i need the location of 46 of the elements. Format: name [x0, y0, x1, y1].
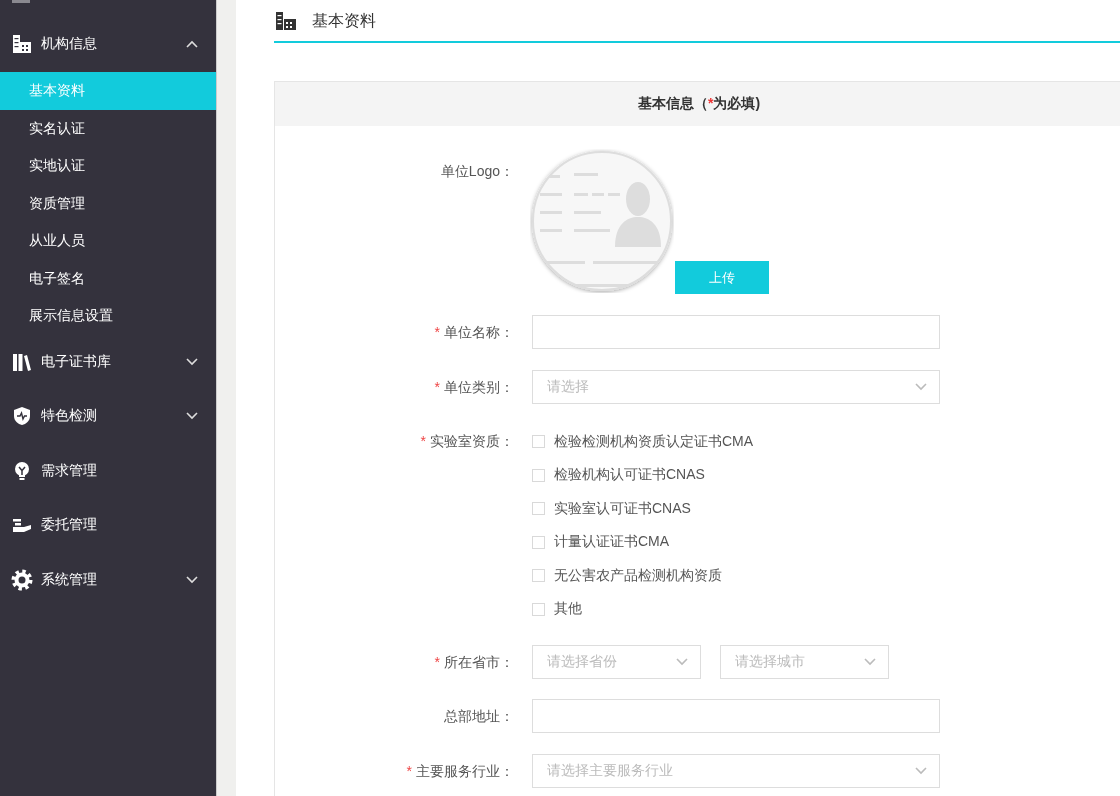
- checkbox[interactable]: [532, 602, 545, 616]
- checkbox-label: 检验机构认可证书CNAS: [554, 466, 705, 485]
- field-label: * 单位名称：: [433, 323, 515, 342]
- checkbox[interactable]: [532, 502, 545, 516]
- checkbox[interactable]: [532, 569, 545, 583]
- chevron-icon: [915, 383, 927, 391]
- menu-item[interactable]: 从业人员: [0, 222, 216, 260]
- settings-icon: [11, 568, 33, 591]
- checkbox[interactable]: [532, 535, 545, 549]
- checkbox-label: 无公害农产品检测机构资质: [554, 566, 722, 585]
- menu-item[interactable]: 展示信息设置: [0, 297, 216, 335]
- books-icon: [12, 351, 32, 372]
- shield-icon: [12, 406, 32, 427]
- chevron-icon: [864, 658, 876, 666]
- sidebar-icon: [12, 0, 30, 3]
- input-field[interactable]: [532, 315, 940, 349]
- chevron-icon: [676, 658, 688, 666]
- building-icon: [12, 34, 32, 54]
- lightbulb-icon: [12, 460, 32, 481]
- input-field[interactable]: [532, 699, 940, 733]
- menu-group[interactable]: 电子证书库: [0, 334, 216, 389]
- chevron-icon: [915, 767, 927, 775]
- card-title: 基本信息（*为必填): [637, 95, 761, 113]
- field-label: * 实验室资质：: [419, 432, 515, 451]
- page-title: 基本资料: [312, 11, 376, 31]
- field-label: * 所在省市：: [433, 653, 515, 672]
- field-label: 单位Logo：: [439, 162, 515, 181]
- checkbox-label: 计量认证证书CMA: [554, 533, 670, 552]
- field-label: * 单位类别：: [433, 378, 515, 397]
- menu-item[interactable]: 电子签名: [0, 259, 216, 297]
- menu-group[interactable]: 特色检测: [0, 389, 216, 444]
- building-icon: [276, 11, 296, 30]
- checkbox-label: 其他: [554, 600, 582, 619]
- field-label: 总部地址：: [443, 707, 515, 726]
- checkbox[interactable]: [532, 435, 545, 449]
- checkbox-label: 检验检测机构资质认定证书CMA: [554, 432, 754, 451]
- checkbox-label: 实验室认可证书CNAS: [554, 499, 691, 518]
- menu-group[interactable]: 委托管理: [0, 498, 216, 553]
- menu-item[interactable]: 实地认证: [0, 147, 216, 185]
- menu-item[interactable]: 资质管理: [0, 184, 216, 222]
- field-label: * 主要服务行业：: [405, 762, 515, 781]
- menu-group[interactable]: 系统管理: [0, 552, 216, 607]
- menu-group[interactable]: 机构信息: [0, 16, 216, 72]
- menu-group[interactable]: 需求管理: [0, 443, 216, 498]
- checkbox[interactable]: [532, 468, 545, 482]
- menu-item[interactable]: 实名认证: [0, 109, 216, 147]
